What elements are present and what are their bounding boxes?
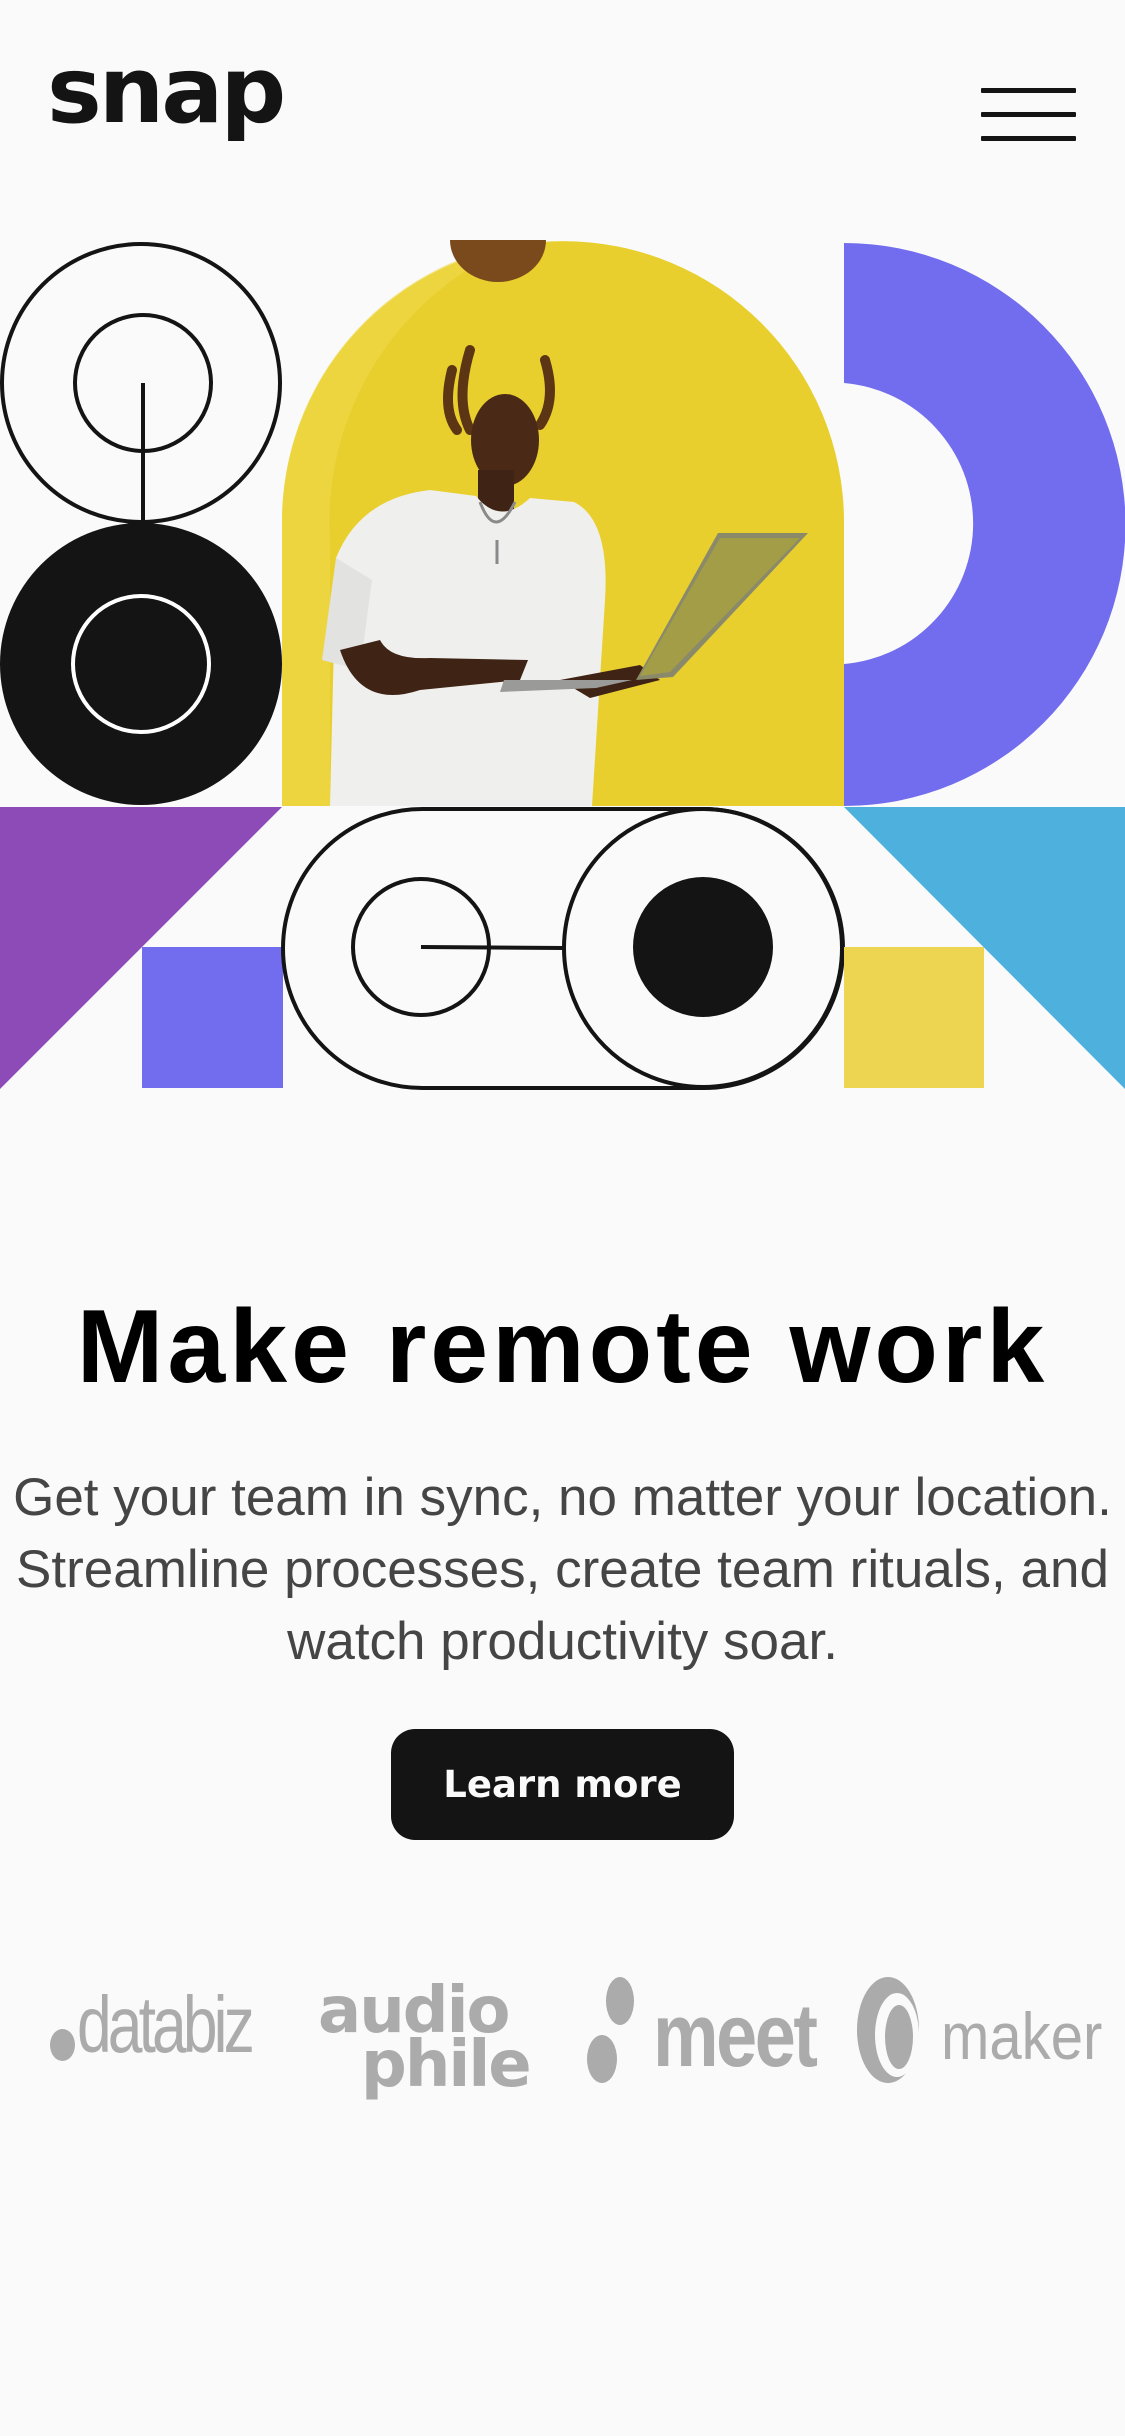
pill-shape	[281, 807, 845, 1090]
hero-photo	[281, 240, 844, 806]
client-logo-databiz: databiz	[47, 1975, 269, 2105]
learn-more-button[interactable]: Learn more	[391, 1729, 734, 1840]
headline: Make remote work	[76, 1289, 1049, 1405]
client-logo-audiophile: audio phile	[318, 1974, 532, 2102]
maker-swirl-icon	[855, 1975, 921, 2085]
client-logo-meet: meet	[586, 1975, 818, 2105]
dark-circle-shape	[0, 523, 282, 805]
databiz-dot-icon	[50, 2029, 75, 2061]
hero-subtext: Get your team in sync, no matter your lo…	[13, 1468, 1112, 1671]
client-logos: databiz audio phile meet maker	[0, 1975, 1125, 2105]
violet-square-shape	[142, 947, 283, 1088]
violet-arc-shape	[844, 243, 1125, 806]
hero-illustration	[0, 240, 1125, 1090]
client-logo-maker: maker	[855, 1975, 1102, 2105]
snap-logo[interactable]: snap	[47, 45, 286, 137]
meet-drop-icon	[586, 1975, 637, 2085]
ring-stem-shape	[0, 242, 282, 526]
yellow-square-shape	[844, 947, 984, 1088]
menu-button[interactable]	[978, 84, 1078, 146]
